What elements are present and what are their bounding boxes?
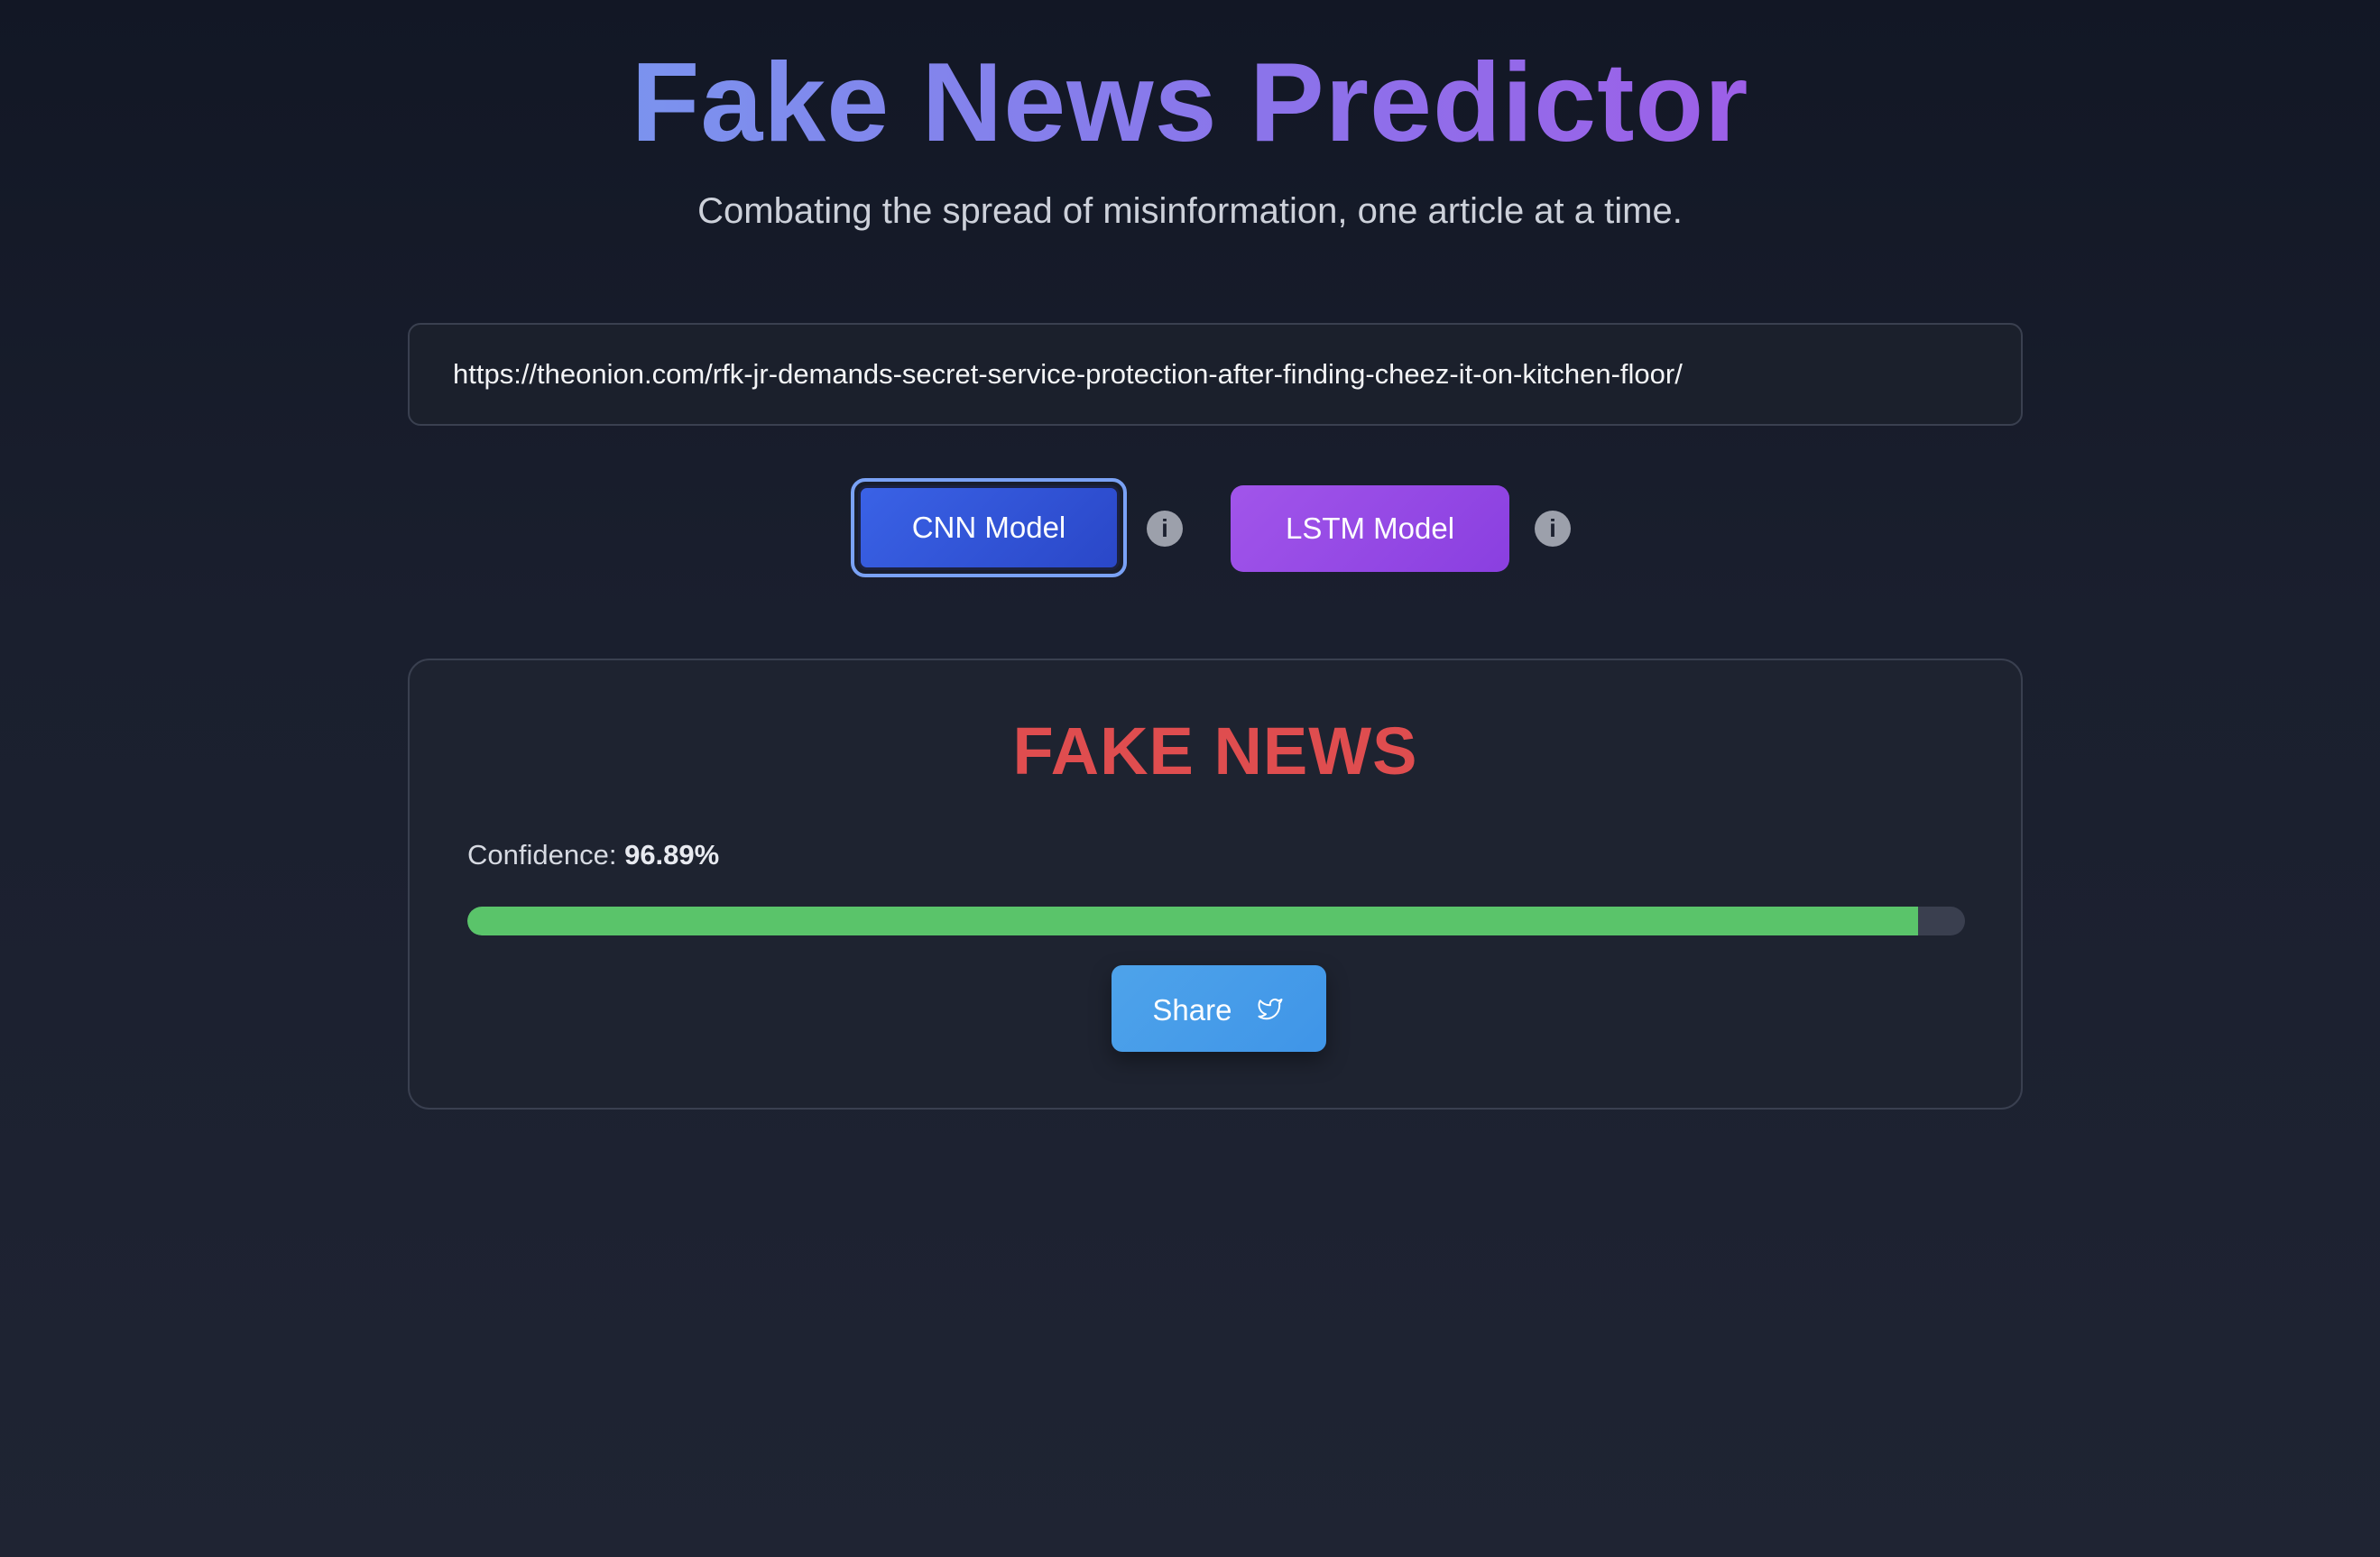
- lstm-info-icon[interactable]: i: [1535, 511, 1571, 547]
- cnn-info-icon[interactable]: i: [1147, 511, 1183, 547]
- confidence-label: Confidence:: [467, 839, 617, 871]
- cnn-model-button-label: CNN Model: [858, 485, 1120, 570]
- article-url-input[interactable]: [453, 325, 1978, 424]
- confidence-value: 96.89%: [624, 839, 720, 871]
- share-button[interactable]: Share: [1112, 965, 1326, 1052]
- confidence-progress-fill: [467, 907, 1919, 935]
- twitter-bird-icon: [1258, 999, 1283, 1020]
- verdict-label: FAKE NEWS: [1012, 714, 1418, 788]
- url-input-container[interactable]: [408, 323, 2023, 426]
- page-title: Fake News Predictor: [631, 41, 1749, 165]
- confidence-progress-bar: [467, 907, 1965, 935]
- lstm-model-button[interactable]: LSTM Model: [1231, 485, 1509, 572]
- page-subtitle: Combating the spread of misinformation, …: [697, 191, 1683, 231]
- confidence-text: Confidence: 96.89%: [467, 837, 719, 873]
- share-button-label: Share: [1152, 993, 1232, 1027]
- cnn-model-button[interactable]: CNN Model: [851, 478, 1127, 577]
- result-card: FAKE NEWS Confidence: 96.89% Share: [408, 659, 2023, 1110]
